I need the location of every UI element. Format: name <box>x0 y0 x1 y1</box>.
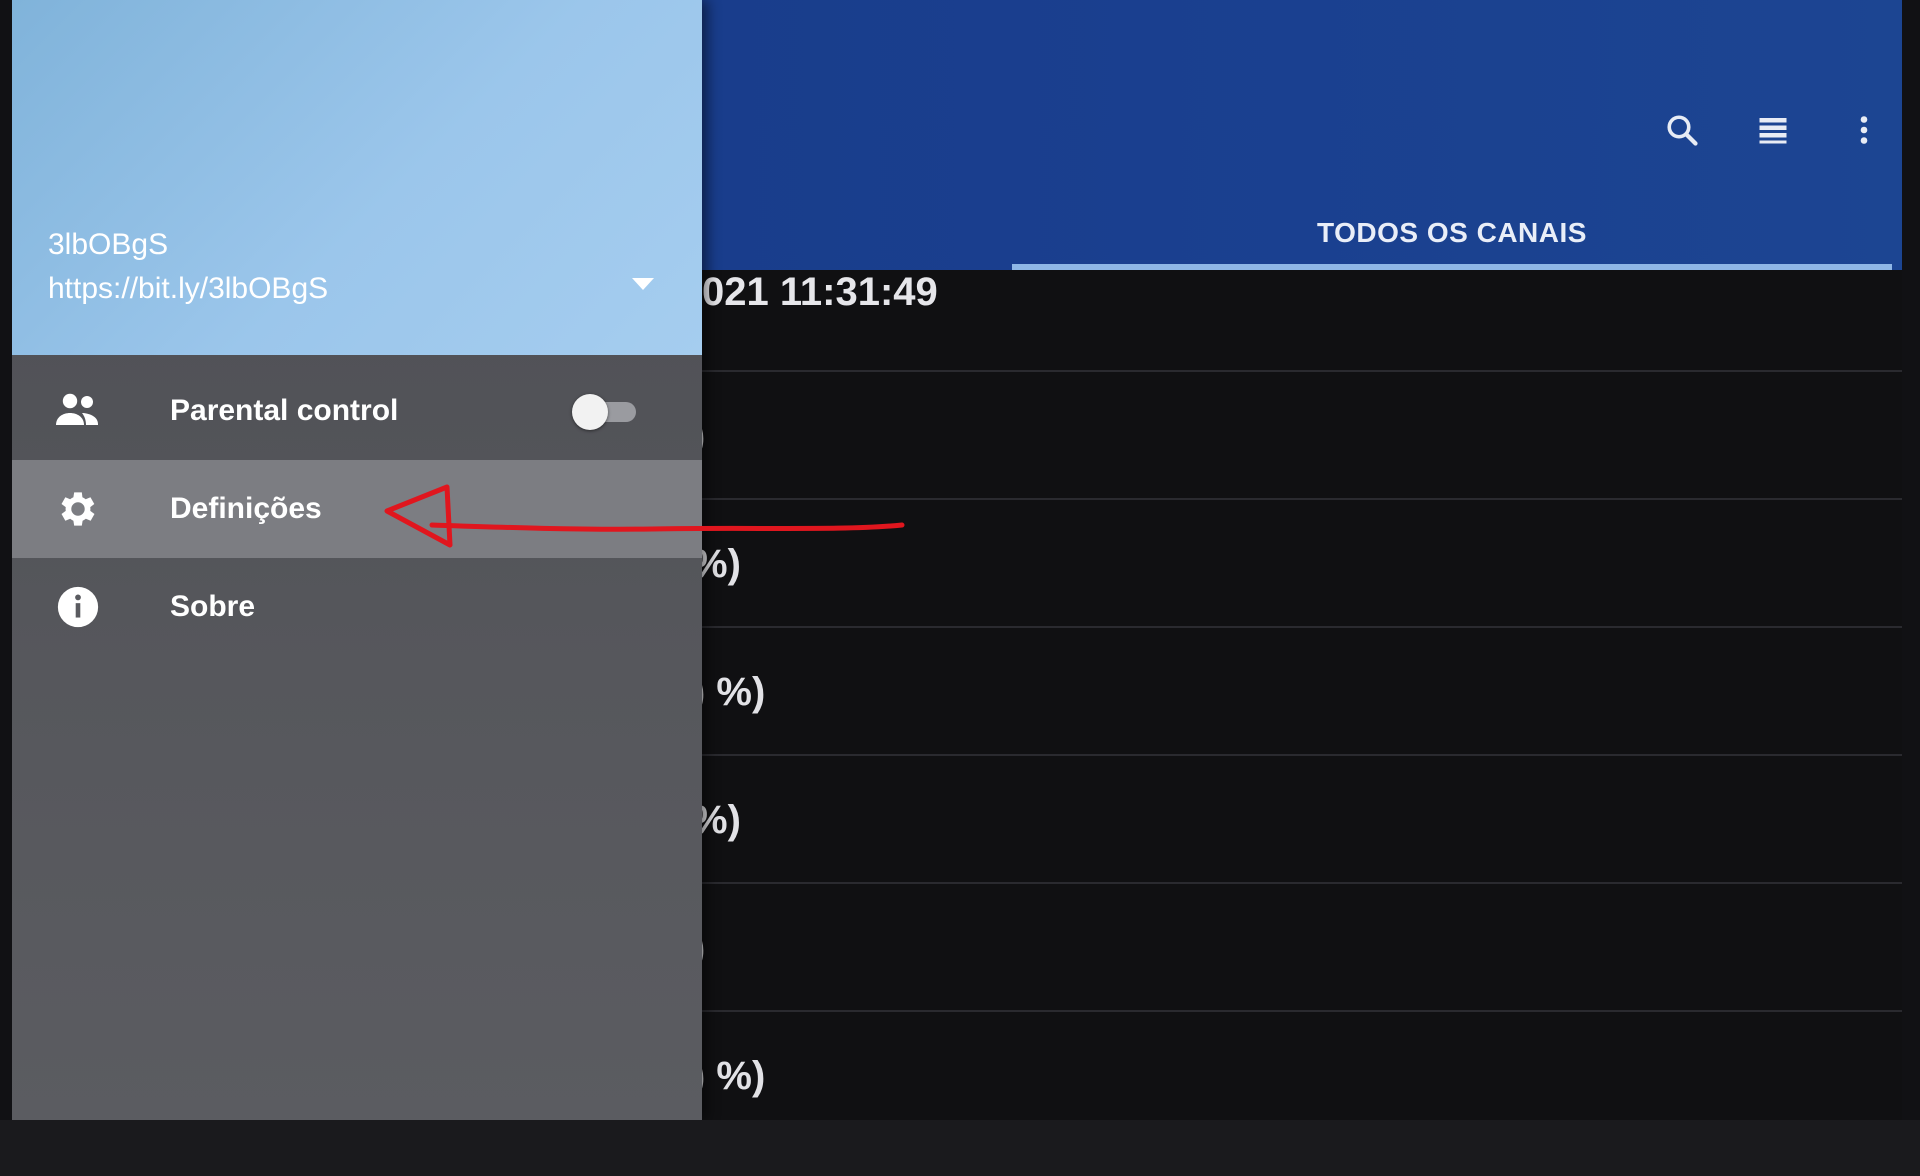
list-item[interactable]: ) %) <box>692 626 1902 756</box>
list-item[interactable]: %) <box>692 754 1902 884</box>
timestamp-text: 021 11:31:49 <box>702 270 938 314</box>
list-item[interactable]: ) %) <box>692 1010 1902 1120</box>
drawer-item-sobre[interactable]: Sobre <box>12 558 702 656</box>
drawer-item-parental-control[interactable]: Parental control <box>12 362 702 460</box>
drawer-item-label: Sobre <box>170 590 256 623</box>
tab-label: TODOS OS CANAIS <box>1317 216 1587 248</box>
drawer-header: 3lbOBgS https://bit.ly/3lbOBgS <box>12 0 702 355</box>
search-icon[interactable] <box>1664 112 1700 148</box>
list-item[interactable]: ) <box>692 882 1902 1012</box>
tab-indicator <box>1012 264 1892 270</box>
drawer-item-label: Parental control <box>170 394 399 427</box>
app-screen: TODOS OS CANAIS 021 11:31:49 ) %) ) %) %… <box>12 0 1902 1120</box>
toolbar-actions <box>1664 112 1882 148</box>
account-name: 3lbOBgS <box>48 228 169 261</box>
parental-control-toggle[interactable] <box>572 394 642 430</box>
account-dropdown-icon[interactable] <box>632 278 654 290</box>
list-view-icon[interactable] <box>1755 112 1791 148</box>
drawer-item-label: Definições <box>170 492 322 525</box>
account-url: https://bit.ly/3lbOBgS <box>48 272 329 305</box>
tv-frame: TODOS OS CANAIS 021 11:31:49 ) %) ) %) %… <box>0 0 1920 1176</box>
info-icon <box>50 579 106 635</box>
toggle-thumb <box>572 394 608 430</box>
annotation-arrow <box>384 484 905 548</box>
people-icon <box>50 383 106 439</box>
gear-icon <box>50 481 106 537</box>
tv-bezel <box>0 1120 1920 1176</box>
more-vert-icon[interactable] <box>1846 112 1882 148</box>
tab-todos-os-canais[interactable]: TODOS OS CANAIS <box>1012 195 1892 270</box>
navigation-drawer: 3lbOBgS https://bit.ly/3lbOBgS Parental … <box>12 0 702 1120</box>
list-item-text: ) %) <box>692 670 766 714</box>
list-item-text: ) %) <box>692 1054 766 1098</box>
